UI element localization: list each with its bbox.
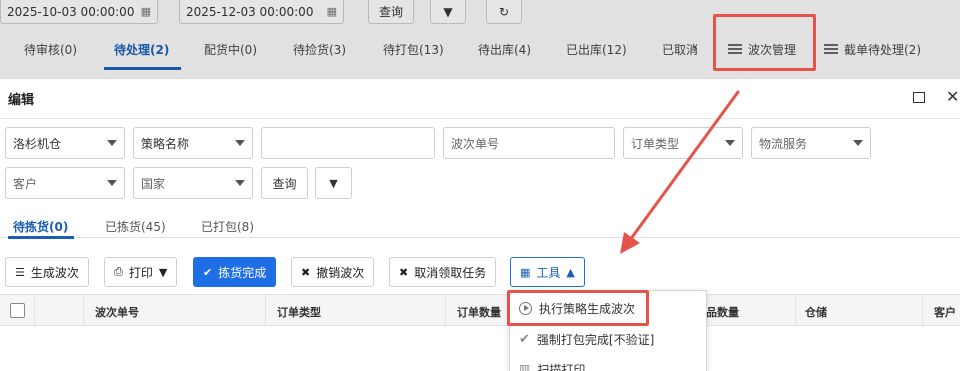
customer-placeholder: 客户 bbox=[13, 176, 38, 191]
tab-to-pick[interactable]: 待拣货(0) bbox=[13, 218, 68, 235]
country-select[interactable]: 国家 bbox=[133, 167, 253, 199]
generate-wave-button[interactable]: ☰ 生成波次 bbox=[5, 257, 89, 287]
query-button[interactable]: 查询 bbox=[261, 167, 308, 199]
modal-header: 编辑 bbox=[0, 79, 960, 119]
list-icon: ☰ bbox=[15, 265, 25, 279]
col-item-count[interactable]: 品数量 bbox=[706, 304, 739, 320]
column-divider bbox=[83, 295, 84, 325]
menu-item-force-pack[interactable]: ✔ 强制打包完成[不验证] bbox=[510, 325, 706, 353]
column-divider bbox=[445, 295, 446, 325]
column-divider bbox=[922, 295, 923, 325]
table-header: 波次单号 订单类型 订单数量 品数量 仓储 客户 bbox=[0, 294, 960, 326]
x-icon: ✖ bbox=[301, 265, 311, 279]
column-divider bbox=[265, 295, 266, 325]
col-customer[interactable]: 客户 bbox=[934, 304, 956, 320]
col-order-type[interactable]: 订单类型 bbox=[277, 304, 321, 320]
strategy-value-input[interactable] bbox=[261, 127, 435, 159]
generate-wave-label: 生成波次 bbox=[30, 265, 79, 280]
column-divider bbox=[34, 295, 35, 325]
chevron-down-icon bbox=[853, 140, 863, 146]
chevron-down-icon bbox=[725, 140, 735, 146]
col-order-count[interactable]: 订单数量 bbox=[457, 304, 501, 320]
logistics-select[interactable]: 物流服务 bbox=[751, 127, 871, 159]
logistics-placeholder: 物流服务 bbox=[759, 136, 808, 151]
cancel-wave-label: 撤销波次 bbox=[316, 265, 365, 280]
column-divider bbox=[795, 295, 796, 325]
print-button[interactable]: ⎙ 打印 ▼ bbox=[104, 257, 178, 287]
col-wave-number[interactable]: 波次单号 bbox=[95, 304, 139, 320]
strategy-select[interactable]: 策略名称 bbox=[133, 127, 253, 159]
maximize-icon[interactable] bbox=[913, 92, 925, 103]
annotation-box-run-strategy bbox=[507, 290, 649, 326]
warehouse-select[interactable]: 洛杉机仓 bbox=[5, 127, 125, 159]
order-type-select[interactable]: 订单类型 bbox=[623, 127, 743, 159]
menu-item-scan-print[interactable]: ▥ 扫描打印 bbox=[510, 355, 706, 371]
annotation-box-wave-management bbox=[713, 14, 816, 71]
chevron-down-icon bbox=[107, 140, 117, 146]
strategy-value: 策略名称 bbox=[141, 136, 190, 151]
print-label: 打印 bbox=[128, 265, 153, 280]
caret-up-icon: ▲ bbox=[566, 265, 575, 279]
chevron-down-icon bbox=[235, 180, 245, 186]
wave-number-placeholder: 波次单号 bbox=[451, 136, 500, 151]
check-icon: ✔ bbox=[519, 331, 530, 347]
advanced-filter-button[interactable]: ▼ bbox=[315, 167, 352, 199]
pick-complete-label: 拣货完成 bbox=[218, 265, 267, 280]
cancel-claim-button[interactable]: ✖ 取消领取任务 bbox=[389, 257, 497, 287]
printer-icon: ⎙ bbox=[114, 265, 123, 278]
barcode-icon: ▥ bbox=[519, 362, 531, 371]
background-page: 2025-10-03 00:00:00 ▦ 2025-12-03 00:00:0… bbox=[0, 0, 960, 78]
tools-label: 工具 bbox=[536, 265, 561, 280]
x-icon: ✖ bbox=[399, 265, 409, 279]
tab-picked[interactable]: 已拣货(45) bbox=[105, 218, 166, 235]
tools-button[interactable]: ▦ 工具 ▲ bbox=[510, 257, 585, 287]
active-tab-underline bbox=[8, 236, 74, 239]
chevron-down-icon bbox=[235, 140, 245, 146]
country-placeholder: 国家 bbox=[141, 176, 166, 191]
wave-number-input[interactable]: 波次单号 bbox=[443, 127, 615, 159]
pick-complete-button[interactable]: ✔ 拣货完成 bbox=[193, 257, 277, 287]
cancel-wave-button[interactable]: ✖ 撤销波次 bbox=[291, 257, 375, 287]
menu-item-force-pack-label: 强制打包完成[不验证] bbox=[536, 332, 655, 347]
modal-title: 编辑 bbox=[8, 93, 35, 108]
customer-select[interactable]: 客户 bbox=[5, 167, 125, 199]
grid-icon: ▦ bbox=[520, 265, 531, 279]
close-icon[interactable]: ✕ bbox=[946, 87, 959, 106]
chevron-down-icon bbox=[107, 180, 117, 186]
check-icon: ✔ bbox=[203, 265, 213, 279]
caret-down-icon: ▼ bbox=[158, 265, 168, 279]
tab-packed[interactable]: 已打包(8) bbox=[201, 218, 254, 235]
col-warehouse[interactable]: 仓储 bbox=[805, 304, 827, 320]
cancel-claim-label: 取消领取任务 bbox=[414, 265, 487, 280]
select-all-checkbox[interactable] bbox=[10, 303, 25, 318]
filter-icon: ▼ bbox=[329, 176, 338, 190]
menu-item-scan-print-label: 扫描打印 bbox=[537, 362, 586, 371]
warehouse-value: 洛杉机仓 bbox=[13, 136, 62, 151]
modal-overlay bbox=[0, 0, 960, 78]
order-type-placeholder: 订单类型 bbox=[631, 136, 680, 151]
